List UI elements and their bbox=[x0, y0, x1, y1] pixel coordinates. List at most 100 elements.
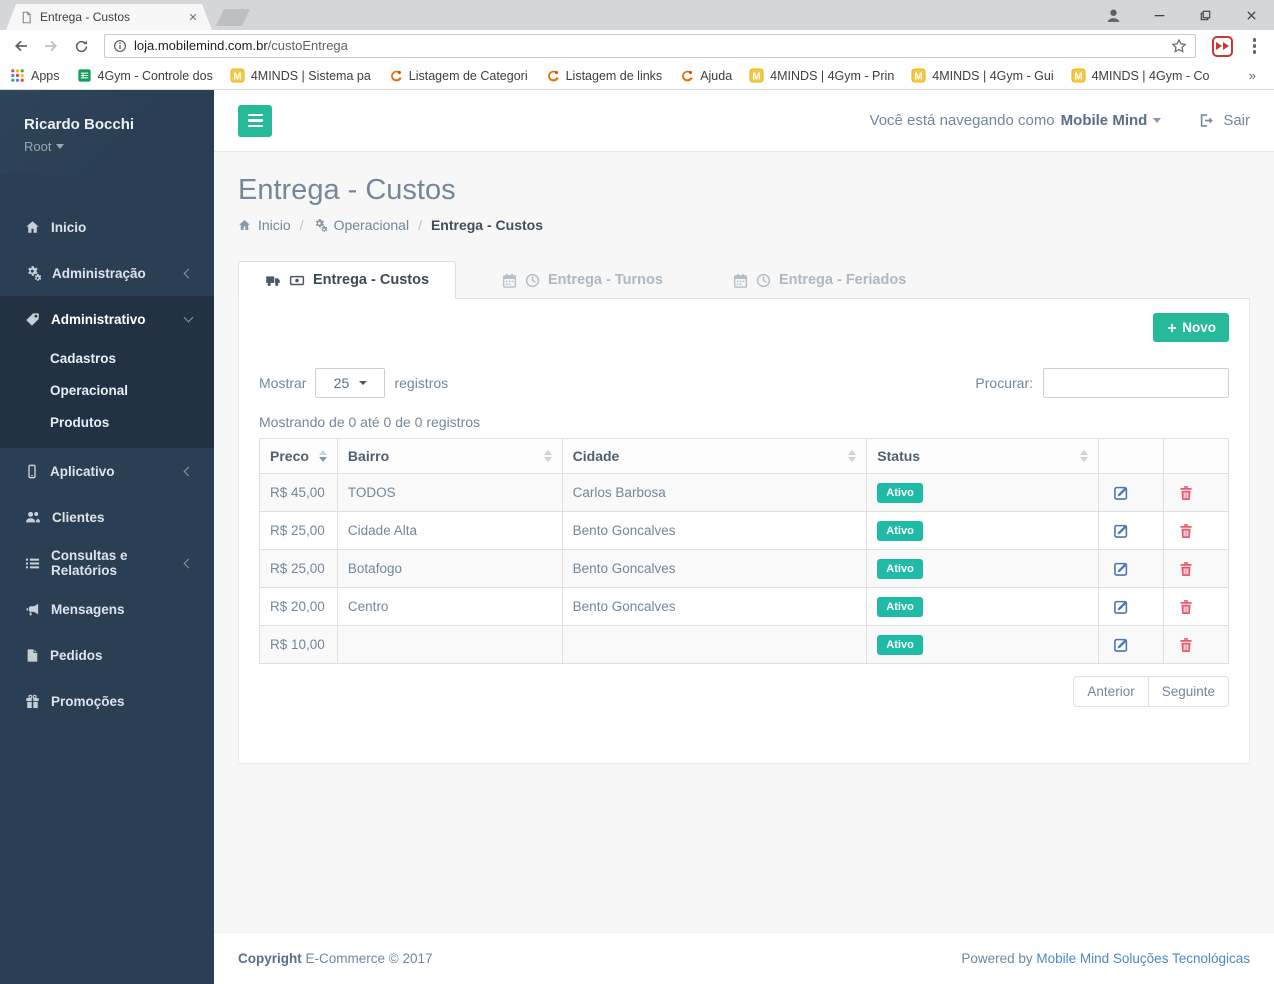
bookmark-item[interactable]: 4MINDS | 4Gym - Co bbox=[1071, 68, 1209, 83]
sidebar-toggle-button[interactable] bbox=[238, 104, 272, 137]
search-input[interactable] bbox=[1043, 368, 1229, 398]
orange-swoosh-icon bbox=[545, 68, 560, 83]
breadcrumb-current: Entrega - Custos bbox=[430, 217, 543, 233]
new-tab-button[interactable] bbox=[216, 9, 250, 26]
breadcrumb-separator: / bbox=[299, 217, 304, 233]
new-record-button[interactable]: Novo bbox=[1153, 313, 1229, 342]
bookmark-item[interactable]: 4MINDS | 4Gym - Gui bbox=[911, 68, 1054, 83]
caret-down-icon bbox=[359, 381, 368, 385]
footer-powered: Powered by Mobile Mind Soluções Tecnológ… bbox=[961, 951, 1250, 966]
cash-icon bbox=[289, 273, 305, 288]
tabs: Entrega - Custos Entrega - Turnos Entreg… bbox=[238, 261, 1250, 299]
browser-profile-button[interactable] bbox=[1090, 0, 1136, 30]
edit-button[interactable] bbox=[1109, 482, 1134, 503]
sidebar-item-cadastros[interactable]: Cadastros bbox=[0, 342, 214, 374]
pagination-next-button[interactable]: Seguinte bbox=[1147, 676, 1229, 707]
mobile-icon bbox=[25, 464, 39, 479]
browser-menu-button[interactable] bbox=[1243, 38, 1267, 54]
chevron-left-icon bbox=[183, 558, 194, 568]
cell-status: Ativo bbox=[866, 549, 1100, 588]
cell-preco: R$ 25,00 bbox=[259, 549, 338, 588]
edit-button[interactable] bbox=[1109, 596, 1134, 617]
sidebar-item-administrativo[interactable]: Administrativo bbox=[0, 296, 214, 342]
breadcrumb-separator: / bbox=[418, 217, 422, 233]
edit-icon bbox=[1113, 636, 1130, 653]
bookmark-item[interactable]: Listagem de links bbox=[545, 68, 662, 83]
breadcrumb-inicio[interactable]: Inicio bbox=[238, 217, 291, 233]
sidebar-item-mensagens[interactable]: Mensagens bbox=[0, 586, 214, 632]
profile-name: Ricardo Bocchi bbox=[24, 116, 135, 133]
tab-entrega-turnos[interactable]: Entrega - Turnos bbox=[478, 262, 687, 298]
pagination: Anterior Seguinte bbox=[259, 676, 1229, 707]
tab-entrega-feriados[interactable]: Entrega - Feriados bbox=[709, 262, 930, 298]
footer-copyright: Copyright E-Commerce © 2017 bbox=[238, 951, 433, 966]
page-size-select[interactable]: 25 bbox=[315, 368, 386, 398]
column-header-bairro[interactable]: Bairro bbox=[336, 438, 563, 474]
sidebar-item-administracao[interactable]: Administração bbox=[0, 250, 214, 296]
sidebar-item-consultas-relatorios[interactable]: Consultas e Relatórios bbox=[0, 540, 214, 586]
page-icon bbox=[20, 11, 33, 24]
info-icon[interactable] bbox=[113, 39, 127, 53]
delete-button[interactable] bbox=[1174, 482, 1198, 502]
url-bar[interactable]: loja.mobilemind.com.br/custoEntrega bbox=[104, 34, 1196, 58]
back-button[interactable] bbox=[8, 33, 34, 59]
minimize-button[interactable] bbox=[1136, 0, 1182, 30]
forward-button[interactable] bbox=[38, 33, 64, 59]
yellow-m-icon bbox=[911, 68, 926, 83]
sidebar-item-promocoes[interactable]: Promoções bbox=[0, 678, 214, 724]
user-menu[interactable]: Você está navegando como Mobile Mind bbox=[870, 112, 1162, 129]
delete-button[interactable] bbox=[1174, 520, 1198, 540]
sidebar-item-aplicativo[interactable]: Aplicativo bbox=[0, 448, 214, 494]
column-header-cidade[interactable]: Cidade bbox=[561, 438, 868, 474]
table-row: R$ 45,00 TODOS Carlos Barbosa Ativo bbox=[259, 473, 1230, 512]
trash-icon bbox=[1178, 637, 1194, 653]
edit-button[interactable] bbox=[1109, 634, 1134, 655]
edit-button[interactable] bbox=[1109, 520, 1134, 541]
bookmark-item[interactable]: Ajuda bbox=[679, 68, 732, 83]
powered-by-link[interactable]: Mobile Mind Soluções Tecnológicas bbox=[1036, 951, 1250, 966]
bookmark-item[interactable]: 4MINDS | Sistema pa bbox=[230, 68, 371, 83]
delete-button[interactable] bbox=[1174, 596, 1198, 616]
breadcrumb-operacional[interactable]: Operacional bbox=[313, 217, 409, 233]
page-title: Entrega - Custos bbox=[238, 174, 456, 206]
sidebar-item-pedidos[interactable]: Pedidos bbox=[0, 632, 214, 678]
reload-button[interactable] bbox=[68, 33, 94, 59]
caret-down-icon bbox=[56, 144, 65, 149]
column-header-status[interactable]: Status bbox=[866, 438, 1100, 474]
cell-bairro bbox=[336, 625, 563, 664]
bookmarks-overflow-button[interactable]: » bbox=[1249, 68, 1264, 83]
cell-cidade: Bento Goncalves bbox=[561, 587, 868, 626]
sidebar-item-inicio[interactable]: Inicio bbox=[0, 204, 214, 250]
sidebar-item-operacional[interactable]: Operacional bbox=[0, 374, 214, 406]
profile-role-dropdown[interactable]: Root bbox=[24, 139, 190, 154]
edit-button[interactable] bbox=[1109, 558, 1134, 579]
column-header-preco[interactable]: Preco bbox=[259, 438, 338, 474]
sort-icon bbox=[1070, 450, 1089, 462]
sidebar-item-clientes[interactable]: Clientes bbox=[0, 494, 214, 540]
edit-icon bbox=[1113, 522, 1130, 539]
extension-icon[interactable] bbox=[1211, 35, 1233, 57]
sidebar-item-produtos[interactable]: Produtos bbox=[0, 406, 214, 438]
breadcrumb: Inicio / Operacional / Entrega - Custos bbox=[238, 217, 1250, 233]
pagination-previous-button[interactable]: Anterior bbox=[1073, 676, 1149, 707]
bookmark-apps[interactable]: Apps bbox=[10, 68, 60, 83]
bookmark-star-icon[interactable] bbox=[1171, 37, 1187, 55]
logout-button[interactable]: Sair bbox=[1199, 112, 1250, 129]
browser-tab[interactable]: Entrega - Custos bbox=[6, 4, 212, 30]
tab-entrega-custos[interactable]: Entrega - Custos bbox=[238, 261, 457, 299]
restore-button[interactable] bbox=[1182, 0, 1228, 30]
browser-tabstrip: Entrega - Custos bbox=[0, 0, 1274, 30]
tab-close-icon[interactable] bbox=[188, 12, 198, 22]
delete-button[interactable] bbox=[1174, 558, 1198, 578]
table-row: R$ 10,00 Ativo bbox=[259, 625, 1230, 664]
bookmark-item[interactable]: 4MINDS | 4Gym - Prin bbox=[749, 68, 894, 83]
sidebar: Ricardo Bocchi Root Inicio Administração… bbox=[0, 90, 214, 984]
close-button[interactable] bbox=[1228, 0, 1274, 30]
cell-status: Ativo bbox=[866, 473, 1100, 512]
bookmark-item[interactable]: Listagem de Categori bbox=[388, 68, 528, 83]
delete-button[interactable] bbox=[1174, 634, 1198, 654]
gears-icon bbox=[25, 265, 41, 281]
bookmark-item[interactable]: 4Gym - Controle dos bbox=[77, 68, 213, 83]
cell-cidade: Bento Goncalves bbox=[561, 511, 868, 550]
sign-out-icon bbox=[1199, 113, 1214, 128]
